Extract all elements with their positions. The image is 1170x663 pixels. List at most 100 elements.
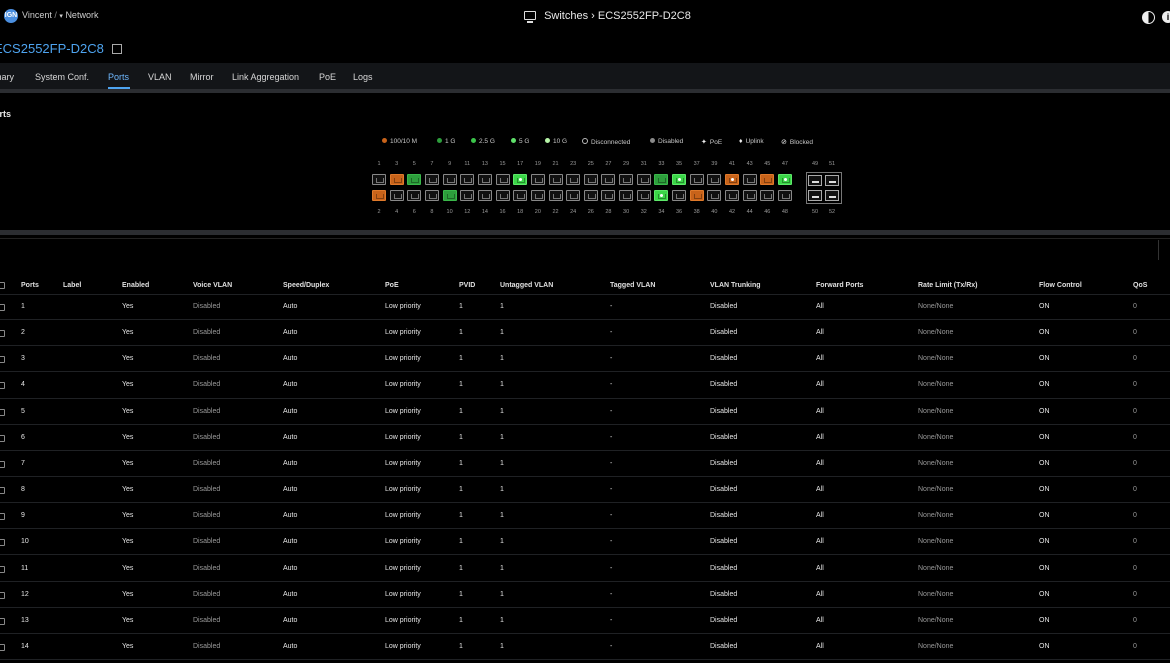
switch-port-22[interactable]	[548, 190, 563, 201]
info-icon[interactable]: i	[1162, 11, 1170, 23]
sfp-port-49[interactable]	[808, 175, 822, 186]
column-header-poe[interactable]: PoE	[385, 282, 399, 289]
switch-port-42[interactable]	[725, 190, 739, 201]
switch-port-40[interactable]	[707, 190, 722, 201]
switch-port-34[interactable]	[654, 190, 669, 201]
tab-ports[interactable]: Ports	[108, 72, 129, 82]
switch-port-28[interactable]	[601, 190, 616, 201]
tab-vlan[interactable]: VLAN	[148, 72, 172, 82]
switch-port-10[interactable]	[442, 190, 457, 201]
sfp-port-52[interactable]	[825, 190, 839, 201]
table-row[interactable]: 11 Yes Disabled Auto Low priority 1 1- Disabled…	[0, 556, 1170, 582]
switch-port-1[interactable]	[372, 174, 386, 185]
column-header-voice-vlan[interactable]: Voice VLAN	[193, 282, 232, 289]
row-checkbox[interactable]	[0, 487, 5, 495]
switch-port-24[interactable]	[566, 190, 581, 201]
switch-port-20[interactable]	[530, 190, 545, 201]
breadcrumb-workspace[interactable]: Vincent	[22, 10, 52, 20]
table-row[interactable]: 8 Yes Disabled Auto Low priority 1 1 - Disabled A…	[0, 477, 1170, 504]
edit-icon[interactable]	[112, 44, 123, 54]
tab-poe[interactable]: PoE	[319, 72, 336, 82]
switch-port-19[interactable]	[530, 174, 545, 185]
switch-port-12[interactable]	[460, 190, 475, 201]
column-header-rate-limit[interactable]: Rate Limit (Tx/Rx)	[918, 282, 978, 289]
table-row[interactable]: 1 Yes Disabled Auto Low priority 1 1 - Disabled A…	[0, 294, 1170, 321]
table-row[interactable]: 6 Yes Disabled Auto Low priority 1 1 - Disabled A…	[0, 425, 1170, 451]
switch-port-14[interactable]	[477, 190, 492, 201]
switch-port-7[interactable]	[424, 174, 439, 185]
table-row[interactable]: 5 Yes Disabled Auto Low priority 1 1 - Disabled A…	[0, 399, 1170, 425]
switch-port-8[interactable]	[424, 190, 439, 201]
column-header-qos[interactable]: QoS	[1133, 282, 1147, 289]
breadcrumb-network[interactable]: Network	[65, 10, 98, 20]
switch-port-13[interactable]	[477, 174, 492, 185]
row-checkbox[interactable]	[0, 565, 5, 573]
row-checkbox[interactable]	[0, 382, 5, 390]
tab-link-aggregation[interactable]: Link Aggregation	[232, 72, 299, 82]
switch-port-45[interactable]	[760, 174, 775, 185]
table-row[interactable]: 14 Yes Disabled Auto Low priority 1 1 - Disabled…	[0, 634, 1170, 661]
org-logo-icon[interactable]: IGN	[4, 9, 18, 23]
switch-port-6[interactable]	[407, 190, 422, 201]
switch-port-4[interactable]	[389, 190, 404, 201]
switch-port-3[interactable]	[389, 174, 404, 185]
switch-port-43[interactable]	[742, 174, 757, 185]
column-header-ports[interactable]: Ports	[21, 282, 39, 289]
row-checkbox[interactable]	[0, 408, 5, 416]
tab-mirror[interactable]: Mirror	[190, 72, 214, 82]
switch-port-39[interactable]	[707, 174, 722, 185]
tab-system-conf[interactable]: System Conf.	[35, 72, 89, 82]
select-all-checkbox[interactable]	[0, 282, 5, 289]
row-checkbox[interactable]	[0, 356, 5, 364]
row-checkbox[interactable]	[0, 643, 5, 651]
column-header-tagged-vlan[interactable]: Tagged VLAN	[610, 282, 655, 289]
row-checkbox[interactable]	[0, 513, 5, 521]
switch-port-47[interactable]	[777, 174, 792, 185]
switch-port-33[interactable]	[654, 174, 669, 185]
theme-toggle-icon[interactable]	[1142, 11, 1155, 24]
row-checkbox[interactable]	[0, 330, 5, 338]
switch-port-15[interactable]	[495, 174, 510, 185]
table-row[interactable]: 9 Yes Disabled Auto Low priority 1 1 - Disabled A…	[0, 503, 1170, 530]
tab-logs[interactable]: Logs	[353, 72, 373, 82]
switch-port-5[interactable]	[407, 174, 422, 185]
switch-port-11[interactable]	[460, 174, 475, 185]
switch-port-35[interactable]	[672, 174, 687, 185]
switch-port-37[interactable]	[689, 174, 704, 185]
column-header-speed-duplex[interactable]: Speed/Duplex	[283, 282, 329, 289]
page-title-section[interactable]: Switches	[544, 10, 588, 22]
switch-port-17[interactable]	[513, 174, 528, 185]
tab-summary[interactable]: mary	[0, 72, 14, 82]
row-checkbox[interactable]	[0, 617, 5, 625]
switch-port-25[interactable]	[583, 174, 598, 185]
table-row[interactable]: 3 Yes Disabled Auto Low priority 1 1 - Disabled A…	[0, 346, 1170, 373]
column-header-forward-ports[interactable]: Forward Ports	[816, 282, 863, 289]
column-header-label[interactable]: Label	[63, 282, 81, 289]
switch-port-31[interactable]	[636, 174, 651, 185]
switch-port-26[interactable]	[583, 190, 598, 201]
table-row[interactable]: 12 Yes Disabled Auto Low priority 1 1 - Disabled…	[0, 582, 1170, 608]
switch-port-2[interactable]	[372, 190, 386, 201]
row-checkbox[interactable]	[0, 591, 5, 599]
row-checkbox[interactable]	[0, 434, 5, 442]
column-header-untagged-vlan[interactable]: Untagged VLAN	[500, 282, 553, 289]
switch-port-29[interactable]	[619, 174, 634, 185]
switch-port-21[interactable]	[548, 174, 563, 185]
switch-port-46[interactable]	[760, 190, 775, 201]
switch-port-9[interactable]	[442, 174, 457, 185]
table-row[interactable]: 2 Yes Disabled Auto Low priority 1 1 - Disabled A…	[0, 320, 1170, 347]
column-header-flow-control[interactable]: Flow Control	[1039, 282, 1082, 289]
column-header-enabled[interactable]: Enabled	[122, 282, 149, 289]
switch-port-36[interactable]	[672, 190, 687, 201]
row-checkbox[interactable]	[0, 304, 5, 311]
table-row[interactable]: 13 Yes Disabled Auto Low priority 1 1 - Disabled…	[0, 608, 1170, 634]
row-checkbox[interactable]	[0, 539, 5, 547]
switch-port-23[interactable]	[566, 174, 581, 185]
row-checkbox[interactable]	[0, 460, 5, 468]
table-row[interactable]: 7 Yes Disabled Auto Low priority 1 1 - Disabled A…	[0, 451, 1170, 478]
column-header-pvid[interactable]: PVID	[459, 282, 475, 289]
switch-port-30[interactable]	[619, 190, 634, 201]
switch-port-48[interactable]	[777, 190, 792, 201]
switch-port-18[interactable]	[513, 190, 528, 201]
switch-port-41[interactable]	[725, 174, 739, 185]
